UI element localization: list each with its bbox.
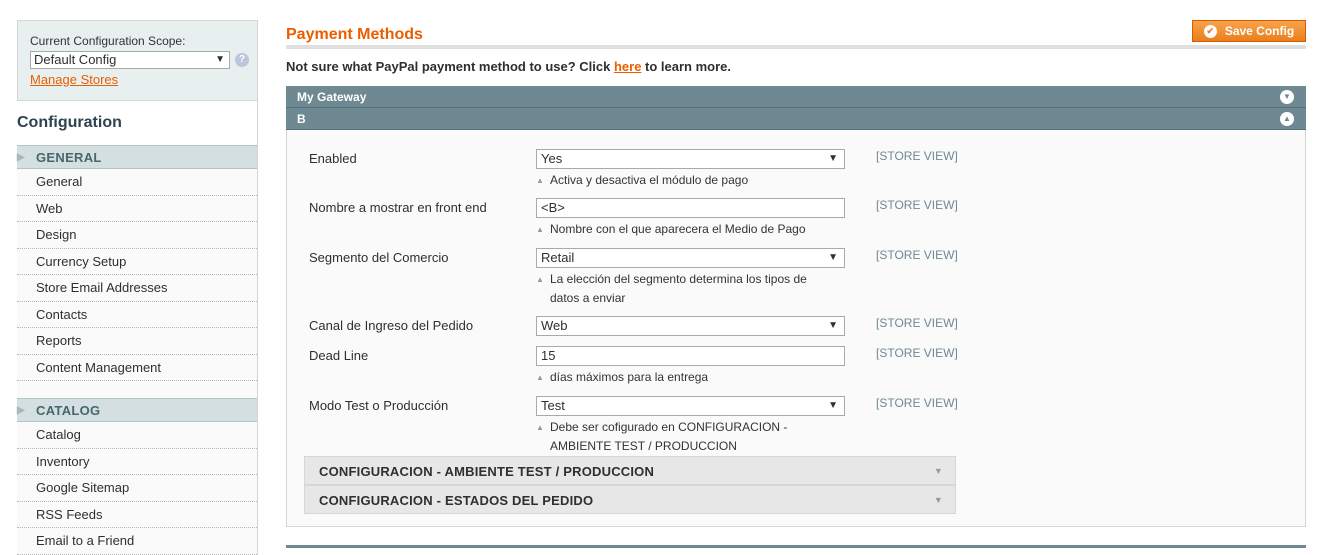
notice-text-before: Not sure what PayPal payment method to u… <box>286 59 614 74</box>
field-label: Dead Line <box>309 348 369 363</box>
check-icon: ✔ <box>1203 24 1217 38</box>
sidebar-item-inventory[interactable]: Inventory <box>17 448 257 475</box>
select-value: Test <box>541 398 565 413</box>
sidebar-item-contacts[interactable]: Contacts <box>17 301 257 328</box>
section-label: My Gateway <box>297 90 367 104</box>
chevron-down-icon: ▼ <box>828 400 838 411</box>
note-text: Activa y desactiva el módulo de pago <box>550 173 749 187</box>
field-label: Enabled <box>309 151 357 166</box>
input-value: <B> <box>541 200 565 215</box>
sidebar-group-catalog[interactable]: ▶ CATALOG <box>17 398 257 422</box>
segmento-select[interactable]: Retail ▼ <box>536 248 845 268</box>
sidebar-item-email-to-a-friend[interactable]: Email to a Friend <box>17 528 257 555</box>
subgroup-label: CONFIGURACION - ESTADOS DEL PEDIDO <box>319 493 594 508</box>
section-label: B <box>297 112 306 126</box>
collapse-icon: ▲ <box>1280 112 1294 126</box>
sidebar: Current Configuration Scope: Default Con… <box>17 20 258 555</box>
save-config-label: Save Config <box>1224 24 1295 38</box>
expand-icon: ▼ <box>1280 90 1294 104</box>
enabled-select[interactable]: Yes ▼ <box>536 149 845 169</box>
sidebar-group-general[interactable]: ▶ GENERAL <box>17 145 257 169</box>
chevron-down-icon: ▼ <box>933 466 943 476</box>
scope-tag: [STORE VIEW] <box>876 346 958 360</box>
scope-tag: [STORE VIEW] <box>876 248 958 262</box>
note-text: Debe ser cofigurado en CONFIGURACION - A… <box>550 420 788 453</box>
scope-tag: [STORE VIEW] <box>876 316 958 330</box>
nombre-input[interactable]: <B> <box>536 198 845 218</box>
sidebar-item-catalog[interactable]: Catalog <box>17 422 257 449</box>
subgroup-estados-pedido[interactable]: CONFIGURACION - ESTADOS DEL PEDIDO ▼ <box>304 485 956 514</box>
note-triangle-icon: ▲ <box>536 275 544 284</box>
sidebar-item-general[interactable]: General <box>17 169 257 196</box>
manage-stores-link[interactable]: Manage Stores <box>30 72 257 87</box>
select-value: Yes <box>541 151 563 166</box>
select-value: Web <box>541 318 568 333</box>
field-note: ▲ La elección del segmento determina los… <box>536 270 826 308</box>
sidebar-item-currency-setup[interactable]: Currency Setup <box>17 248 257 275</box>
note-triangle-icon: ▲ <box>536 423 544 432</box>
triangle-right-icon: ▶ <box>17 152 25 163</box>
field-label: Segmento del Comercio <box>309 250 449 265</box>
scope-row: Default Config ▼ ? <box>30 51 257 69</box>
save-config-button[interactable]: ✔ Save Config <box>1192 20 1306 42</box>
main-content: Payment Methods ✔ Save Config Not sure w… <box>286 20 1306 527</box>
sidebar-item-design[interactable]: Design <box>17 222 257 249</box>
chevron-down-icon: ▼ <box>828 320 838 331</box>
subgroup-label: CONFIGURACION - AMBIENTE TEST / PRODUCCI… <box>319 464 655 479</box>
note-text: Nombre con el que aparecera el Medio de … <box>550 222 806 236</box>
scope-tag: [STORE VIEW] <box>876 198 958 212</box>
sidebar-title: Configuration <box>17 101 258 145</box>
note-triangle-icon: ▲ <box>536 176 544 185</box>
sidebar-item-rss-feeds[interactable]: RSS Feeds <box>17 501 257 528</box>
sidebar-group-gap <box>17 381 257 398</box>
note-triangle-icon: ▲ <box>536 373 544 382</box>
field-label: Nombre a mostrar en front end <box>309 200 487 215</box>
help-icon[interactable]: ? <box>235 53 249 67</box>
notice-here-link[interactable]: here <box>614 59 641 74</box>
notice-text-after: to learn more. <box>641 59 732 74</box>
input-value: 15 <box>541 348 556 363</box>
section-b[interactable]: B ▲ <box>286 108 1306 130</box>
triangle-right-icon: ▶ <box>17 405 25 416</box>
select-value: Retail <box>541 250 575 265</box>
field-note: ▲ Debe ser cofigurado en CONFIGURACION -… <box>536 418 826 456</box>
scope-label: Current Configuration Scope: <box>30 34 186 48</box>
page-title: Payment Methods <box>286 20 1306 49</box>
note-text: días máximos para la entrega <box>550 370 709 384</box>
field-note: ▲ Nombre con el que aparecera el Medio d… <box>536 220 826 239</box>
scope-tag: [STORE VIEW] <box>876 149 958 163</box>
note-text: La elección del segmento determina los t… <box>550 272 807 305</box>
field-note: ▲ Activa y desactiva el módulo de pago <box>536 171 826 190</box>
scope-switcher: Current Configuration Scope: Default Con… <box>17 20 258 101</box>
section-b-body: Enabled Yes ▼ [STORE VIEW] ▲ Activa y de… <box>286 130 1306 527</box>
chevron-down-icon: ▼ <box>828 252 838 263</box>
sidebar-item-store-email-addresses[interactable]: Store Email Addresses <box>17 275 257 302</box>
scope-selected-value: Default Config <box>34 52 117 67</box>
paypal-notice: Not sure what PayPal payment method to u… <box>286 59 1306 74</box>
field-note: ▲ días máximos para la entrega <box>536 368 826 387</box>
note-triangle-icon: ▲ <box>536 225 544 234</box>
field-label: Canal de Ingreso del Pedido <box>309 318 474 333</box>
modo-select[interactable]: Test ▼ <box>536 396 845 416</box>
sidebar-item-web[interactable]: Web <box>17 195 257 222</box>
scope-tag: [STORE VIEW] <box>876 396 958 410</box>
scope-select[interactable]: Default Config ▼ <box>30 51 230 69</box>
dead-line-input[interactable]: 15 <box>536 346 845 366</box>
sidebar-nav: ▶ GENERAL General Web Design Currency Se… <box>17 145 258 555</box>
sidebar-item-reports[interactable]: Reports <box>17 328 257 355</box>
section-my-gateway[interactable]: My Gateway ▼ <box>286 86 1306 108</box>
chevron-down-icon: ▼ <box>828 153 838 164</box>
chevron-down-icon: ▼ <box>933 495 943 505</box>
field-label: Modo Test o Producción <box>309 398 449 413</box>
sidebar-item-google-sitemap[interactable]: Google Sitemap <box>17 475 257 502</box>
chevron-down-icon: ▼ <box>215 54 225 65</box>
canal-select[interactable]: Web ▼ <box>536 316 845 336</box>
sidebar-group-label: GENERAL <box>36 150 102 165</box>
sidebar-item-content-management[interactable]: Content Management <box>17 354 257 381</box>
subgroup-ambiente-test[interactable]: CONFIGURACION - AMBIENTE TEST / PRODUCCI… <box>304 456 956 485</box>
sidebar-group-label: CATALOG <box>36 403 101 418</box>
